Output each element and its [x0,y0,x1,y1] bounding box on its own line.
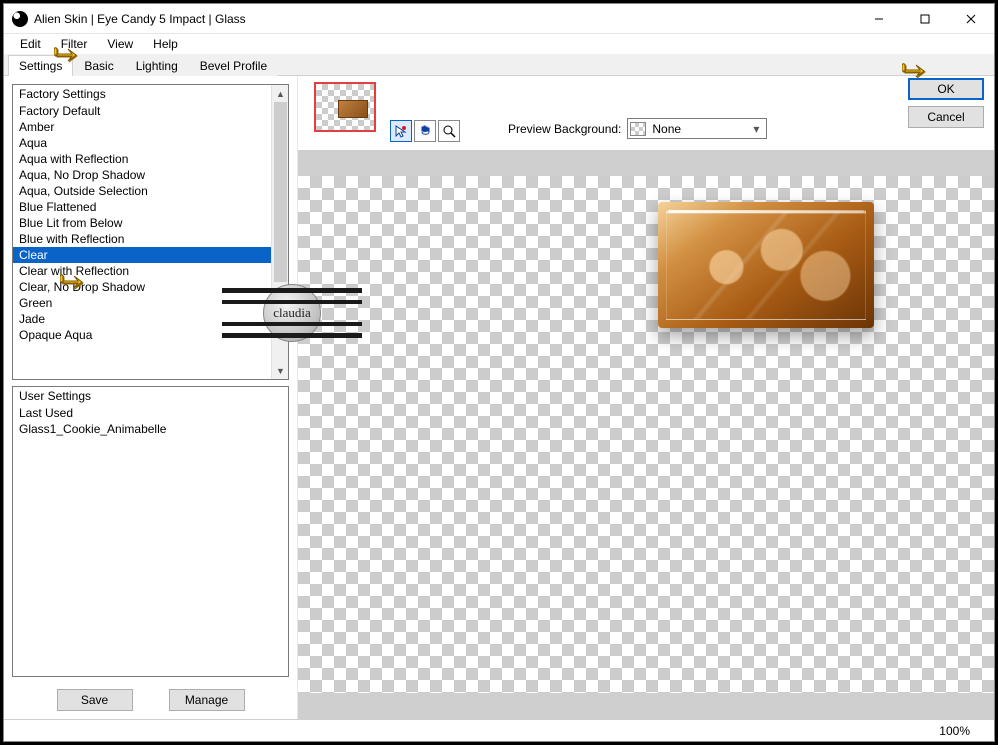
settings-panel: Factory Settings Factory DefaultAmberAqu… [4,76,298,719]
window-title: Alien Skin | Eye Candy 5 Impact | Glass [34,12,856,26]
tab-lighting[interactable]: Lighting [125,55,189,76]
preview-toolbar: Preview Background: None ▾ OK Cancel [298,76,994,150]
list-item[interactable]: Last Used [13,405,288,421]
pointer-tool-icon[interactable] [390,120,412,142]
list-item[interactable]: Clear [13,247,288,263]
list-item[interactable]: Aqua, Outside Selection [13,183,288,199]
manage-button[interactable]: Manage [169,689,245,711]
menu-edit[interactable]: Edit [10,36,51,52]
list-item[interactable]: Aqua, No Drop Shadow [13,167,288,183]
ok-button[interactable]: OK [908,78,984,100]
preview-canvas[interactable] [298,176,994,693]
chevron-down-icon: ▾ [748,122,764,136]
scrollbar[interactable]: ▲ ▼ [271,85,288,379]
scroll-thumb[interactable] [274,102,287,282]
scroll-up-icon[interactable]: ▲ [272,85,289,102]
save-button[interactable]: Save [57,689,133,711]
list-item[interactable]: Blue Flattened [13,199,288,215]
zoom-level: 100% [915,724,994,738]
menubar: Edit Filter View Help [4,34,994,54]
preview-background-value: None [646,122,748,136]
list-item[interactable]: Blue Lit from Below [13,215,288,231]
menu-help[interactable]: Help [143,36,188,52]
tabbar: Settings Basic Lighting Bevel Profile [4,54,994,76]
tab-settings[interactable]: Settings [8,55,73,76]
statusbar: 100% [4,719,994,741]
tab-basic[interactable]: Basic [73,55,124,76]
preview-ruler [298,150,994,176]
list-item[interactable]: Aqua [13,135,288,151]
menu-filter[interactable]: Filter [51,36,98,52]
preview-ruler-bottom [298,693,994,719]
cancel-button[interactable]: Cancel [908,106,984,128]
list-item[interactable]: Factory Default [13,103,288,119]
factory-settings-header: Factory Settings [13,85,288,103]
maximize-button[interactable] [902,4,948,33]
factory-settings-list[interactable]: Factory Settings Factory DefaultAmberAqu… [12,84,289,380]
list-item[interactable]: Green [13,295,288,311]
list-item[interactable]: Clear, No Drop Shadow [13,279,288,295]
effect-preview-object [658,202,874,328]
transparency-swatch-icon [630,122,646,136]
zoom-tool-icon[interactable] [438,120,460,142]
preview-background-select[interactable]: None ▾ [627,118,767,139]
scroll-down-icon[interactable]: ▼ [272,362,289,379]
titlebar: Alien Skin | Eye Candy 5 Impact | Glass [4,4,994,34]
close-button[interactable] [948,4,994,33]
list-item[interactable]: Amber [13,119,288,135]
tab-bevel[interactable]: Bevel Profile [189,55,278,76]
list-item[interactable]: Clear with Reflection [13,263,288,279]
minimize-button[interactable] [856,4,902,33]
app-icon [12,11,28,27]
user-settings-header: User Settings [13,387,288,405]
thumbnail-content [338,100,368,118]
list-item[interactable]: Glass1_Cookie_Animabelle [13,421,288,437]
list-item[interactable]: Blue with Reflection [13,231,288,247]
list-item[interactable]: Opaque Aqua [13,327,288,343]
list-item[interactable]: Aqua with Reflection [13,151,288,167]
hand-tool-icon[interactable] [414,120,436,142]
list-item[interactable]: Jade [13,311,288,327]
layer-thumbnail[interactable] [314,82,376,132]
preview-background-label: Preview Background: [508,122,621,136]
menu-view[interactable]: View [97,36,143,52]
user-settings-list[interactable]: User Settings Last UsedGlass1_Cookie_Ani… [12,386,289,677]
